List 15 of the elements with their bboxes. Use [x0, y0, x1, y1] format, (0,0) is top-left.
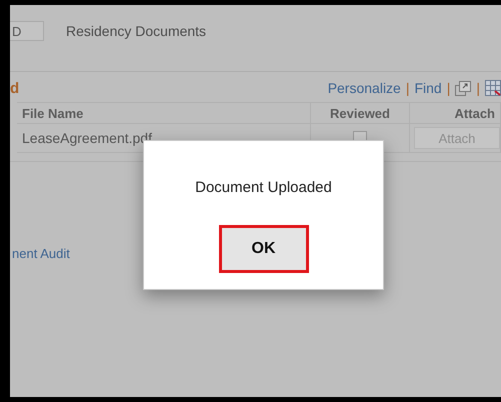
grid-title: d	[10, 80, 20, 96]
toolbar-link[interactable]: Find	[414, 80, 442, 96]
separator: |	[476, 80, 480, 96]
column-header: File Name	[17, 102, 310, 124]
separator: |	[406, 80, 410, 96]
toolbar-link[interactable]: Personalize	[328, 80, 401, 96]
page-title: Residency Documents	[66, 23, 206, 39]
separator: |	[446, 80, 450, 96]
column-header: Reviewed	[310, 102, 410, 124]
new-window-icon[interactable]	[455, 80, 472, 96]
column-header: Attach	[410, 102, 500, 124]
dialog-message: Document Uploaded	[195, 179, 332, 196]
spreadsheet-icon[interactable]	[485, 80, 501, 96]
text-field[interactable]: D	[10, 21, 44, 41]
ok-button[interactable]: OK	[218, 225, 308, 273]
